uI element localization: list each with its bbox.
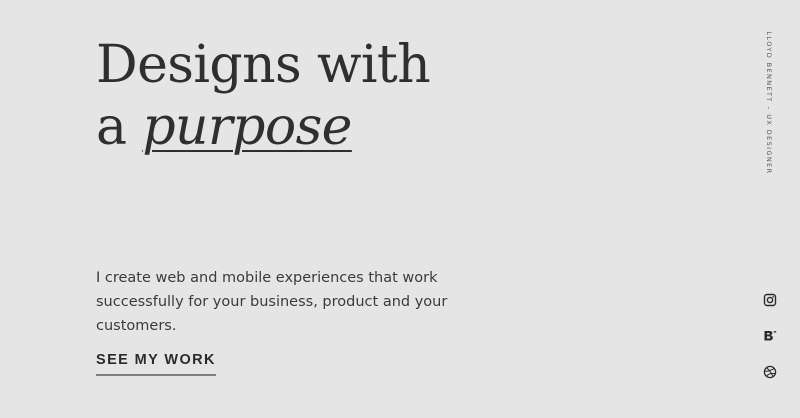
dribbble-link[interactable] <box>758 360 782 384</box>
side-caption: LLOYD BENNETT – UX DESIGNER <box>765 31 773 175</box>
hero-title: Designs with a purpose <box>96 34 431 158</box>
hero-title-prefix: a <box>96 97 143 157</box>
instagram-link[interactable] <box>758 288 782 312</box>
dribbble-icon <box>763 365 777 379</box>
behance-link[interactable] <box>758 324 782 348</box>
hero-title-emphasis: purpose <box>142 97 352 157</box>
instagram-icon <box>763 293 777 307</box>
hero-title-line-2: a purpose <box>96 96 430 158</box>
behance-icon <box>764 331 777 341</box>
see-my-work-link[interactable]: SEE MY WORK <box>96 352 216 376</box>
social-links <box>758 288 782 396</box>
hero-title-line-1: Designs with <box>96 35 431 95</box>
intro-text: I create web and mobile experiences that… <box>96 270 448 334</box>
